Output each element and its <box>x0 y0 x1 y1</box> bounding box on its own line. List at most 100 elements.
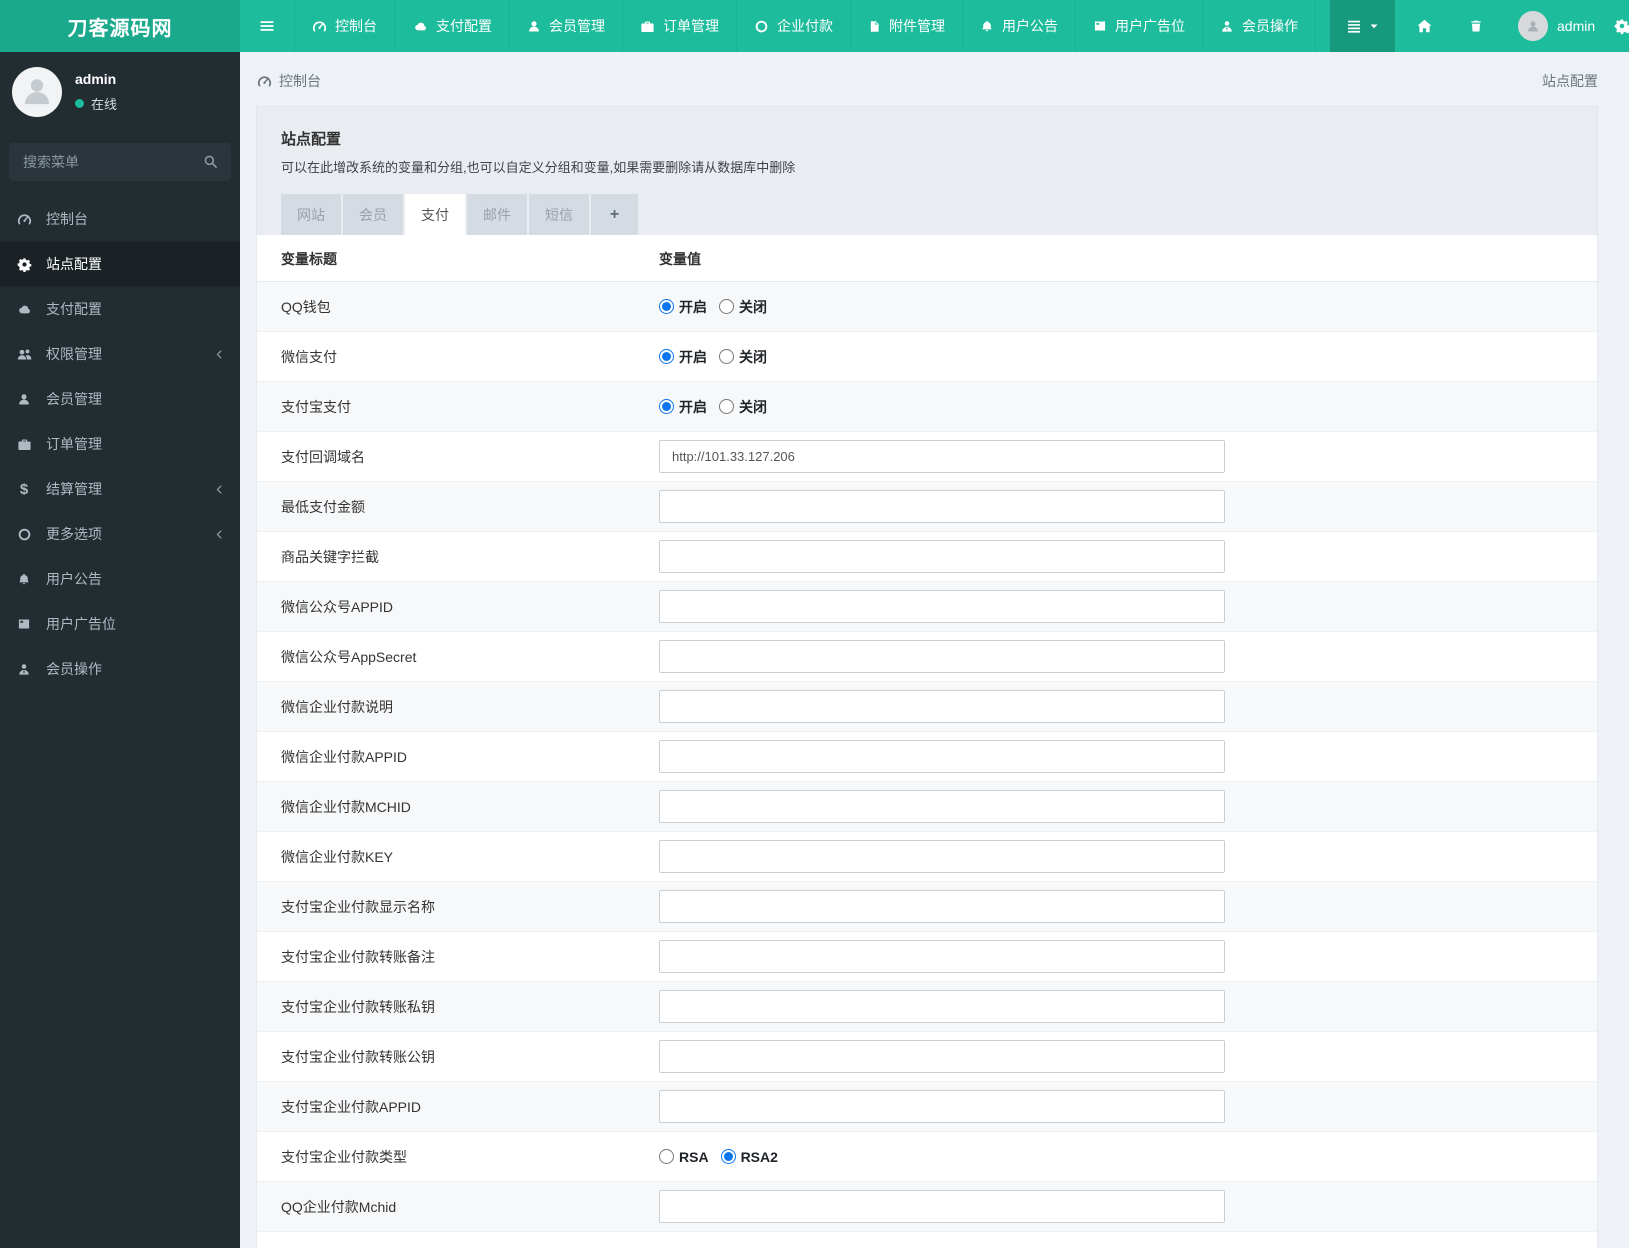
row-text-input[interactable] <box>659 940 1225 973</box>
navbar-item-user-notice[interactable]: 用户公告 <box>963 0 1076 52</box>
config-rows: QQ钱包 开启关闭 微信支付 开启关闭 支付宝支付 开启关闭 支付回调域名 最低… <box>257 282 1597 1232</box>
card-title: 站点配置 <box>281 131 342 148</box>
sidebar-item-member-manage[interactable]: 会员管理 <box>0 377 240 422</box>
row-value: 开启 关闭 <box>659 347 1573 367</box>
row-label: 支付宝企业付款APPID <box>281 1098 422 1115</box>
table-row: 微信公众号APPID <box>257 582 1597 632</box>
radio-option[interactable]: 关闭 <box>719 297 767 317</box>
tab-add[interactable]: + <box>591 194 638 235</box>
radio-option[interactable]: RSA2 <box>720 1149 778 1165</box>
user-status-label: 在线 <box>91 97 118 112</box>
app-logo[interactable]: 刀客源码网 <box>0 0 240 52</box>
user-status[interactable]: 在线 <box>75 94 117 113</box>
row-text-input[interactable] <box>659 990 1225 1023</box>
sidebar-item-user-adslot[interactable]: 用户广告位 <box>0 602 240 647</box>
table-row: 支付宝企业付款转账公钥 <box>257 1032 1597 1082</box>
sidebar-item-pay-config[interactable]: 支付配置 <box>0 287 240 332</box>
radio-input[interactable] <box>659 299 674 314</box>
breadcrumb-console-link[interactable]: 控制台 <box>257 71 321 91</box>
navbar-item-order-manage[interactable]: 订单管理 <box>623 0 737 52</box>
navbar-item-member-ops[interactable]: 会员操作 <box>1203 0 1316 52</box>
radio-input[interactable] <box>659 399 674 414</box>
row-label: 支付宝企业付款转账备注 <box>281 948 435 965</box>
table-row: 支付回调域名 <box>257 432 1597 482</box>
sidebar-toggle-button[interactable] <box>240 0 295 52</box>
file-icon <box>868 19 881 34</box>
sidebar-item-permission-manage[interactable]: 权限管理 <box>0 332 240 377</box>
sidebar-item-more-options[interactable]: 更多选项 <box>0 512 240 557</box>
sidebar-item-settle-manage[interactable]: $ 结算管理 <box>0 467 240 512</box>
row-text-input[interactable] <box>659 1040 1225 1073</box>
navbar-item-corp-pay[interactable]: 企业付款 <box>737 0 851 52</box>
row-text-input[interactable] <box>659 540 1225 573</box>
column-header-value: 变量值 <box>659 251 701 267</box>
navbar-item-user-adslot[interactable]: 用户广告位 <box>1076 0 1203 52</box>
circle-icon <box>754 19 769 34</box>
card-header: 站点配置 可以在此增改系统的变量和分组,也可以自定义分组和变量,如果需要删除请从… <box>256 106 1598 235</box>
row-value: 开启 关闭 <box>659 397 1573 417</box>
row-label: 最低支付金额 <box>281 498 365 515</box>
row-label: 微信支付 <box>281 348 337 365</box>
row-text-input[interactable] <box>659 740 1225 773</box>
avatar <box>12 67 62 117</box>
radio-input[interactable] <box>719 399 734 414</box>
row-text-input[interactable] <box>659 840 1225 873</box>
navbar-item-pay-config[interactable]: 支付配置 <box>395 0 510 52</box>
navbar-item-attachment-manage[interactable]: 附件管理 <box>851 0 963 52</box>
search-input[interactable] <box>9 143 231 181</box>
sidebar-item-member-ops[interactable]: 会员操作 <box>0 647 240 692</box>
top-navbar: 刀客源码网 控制台 支付配置 会员管理 订单管理 企业付款 附件管理 用户公告 … <box>0 0 1629 52</box>
radio-input[interactable] <box>720 1149 736 1164</box>
tab-sms[interactable]: 短信 <box>529 194 589 235</box>
sidebar-item-console[interactable]: 控制台 <box>0 197 240 242</box>
tab-mail[interactable]: 邮件 <box>467 194 527 235</box>
users-icon <box>15 347 33 362</box>
row-text-input[interactable] <box>659 490 1225 523</box>
home-icon <box>1416 18 1433 34</box>
sidebar-item-user-notice[interactable]: 用户公告 <box>0 557 240 602</box>
row-value <box>659 1090 1573 1123</box>
list-dropdown-button[interactable] <box>1330 0 1395 52</box>
row-label: 支付回调域名 <box>281 448 365 465</box>
user-icon <box>15 392 33 407</box>
row-text-input[interactable] <box>659 790 1225 823</box>
radio-option[interactable]: 关闭 <box>719 397 767 417</box>
radio-option[interactable]: 关闭 <box>719 347 767 367</box>
row-label: 微信企业付款说明 <box>281 698 393 715</box>
sidebar-item-order-manage[interactable]: 订单管理 <box>0 422 240 467</box>
adbox-icon <box>15 617 33 631</box>
radio-option[interactable]: 开启 <box>659 297 707 317</box>
radio-option[interactable]: 开启 <box>659 347 707 367</box>
row-text-input[interactable] <box>659 1090 1225 1123</box>
home-button[interactable] <box>1401 0 1448 52</box>
row-text-input[interactable] <box>659 590 1225 623</box>
navbar-item-console[interactable]: 控制台 <box>295 0 395 52</box>
radio-input[interactable] <box>659 349 674 364</box>
sidebar-item-site-config[interactable]: 站点配置 <box>0 242 240 287</box>
table-row: 最低支付金额 <box>257 482 1597 532</box>
radio-option[interactable]: 开启 <box>659 397 707 417</box>
navbar-item-member-manage[interactable]: 会员管理 <box>510 0 623 52</box>
tab-pay[interactable]: 支付 <box>405 194 465 235</box>
search-icon[interactable] <box>203 154 218 174</box>
radio-input[interactable] <box>659 1149 674 1164</box>
tab-website[interactable]: 网站 <box>281 194 341 235</box>
row-text-input[interactable] <box>659 1190 1225 1223</box>
tab-member[interactable]: 会员 <box>343 194 403 235</box>
chevron-left-icon <box>214 349 225 360</box>
radio-input[interactable] <box>719 349 734 364</box>
cogs-icon <box>1614 17 1629 35</box>
row-label: 支付宝企业付款转账私钥 <box>281 998 435 1015</box>
row-text-input[interactable] <box>659 690 1225 723</box>
trash-button[interactable] <box>1454 0 1498 52</box>
row-value <box>659 740 1573 773</box>
settings-button[interactable] <box>1614 0 1629 52</box>
row-text-input[interactable] <box>659 440 1225 473</box>
row-label: 支付宝企业付款显示名称 <box>281 898 435 915</box>
radio-input[interactable] <box>719 299 734 314</box>
navbar-user-menu[interactable]: admin <box>1506 0 1607 52</box>
row-text-input[interactable] <box>659 640 1225 673</box>
row-text-input[interactable] <box>659 890 1225 923</box>
radio-option[interactable]: RSA <box>659 1149 709 1165</box>
user-icon <box>527 19 541 34</box>
